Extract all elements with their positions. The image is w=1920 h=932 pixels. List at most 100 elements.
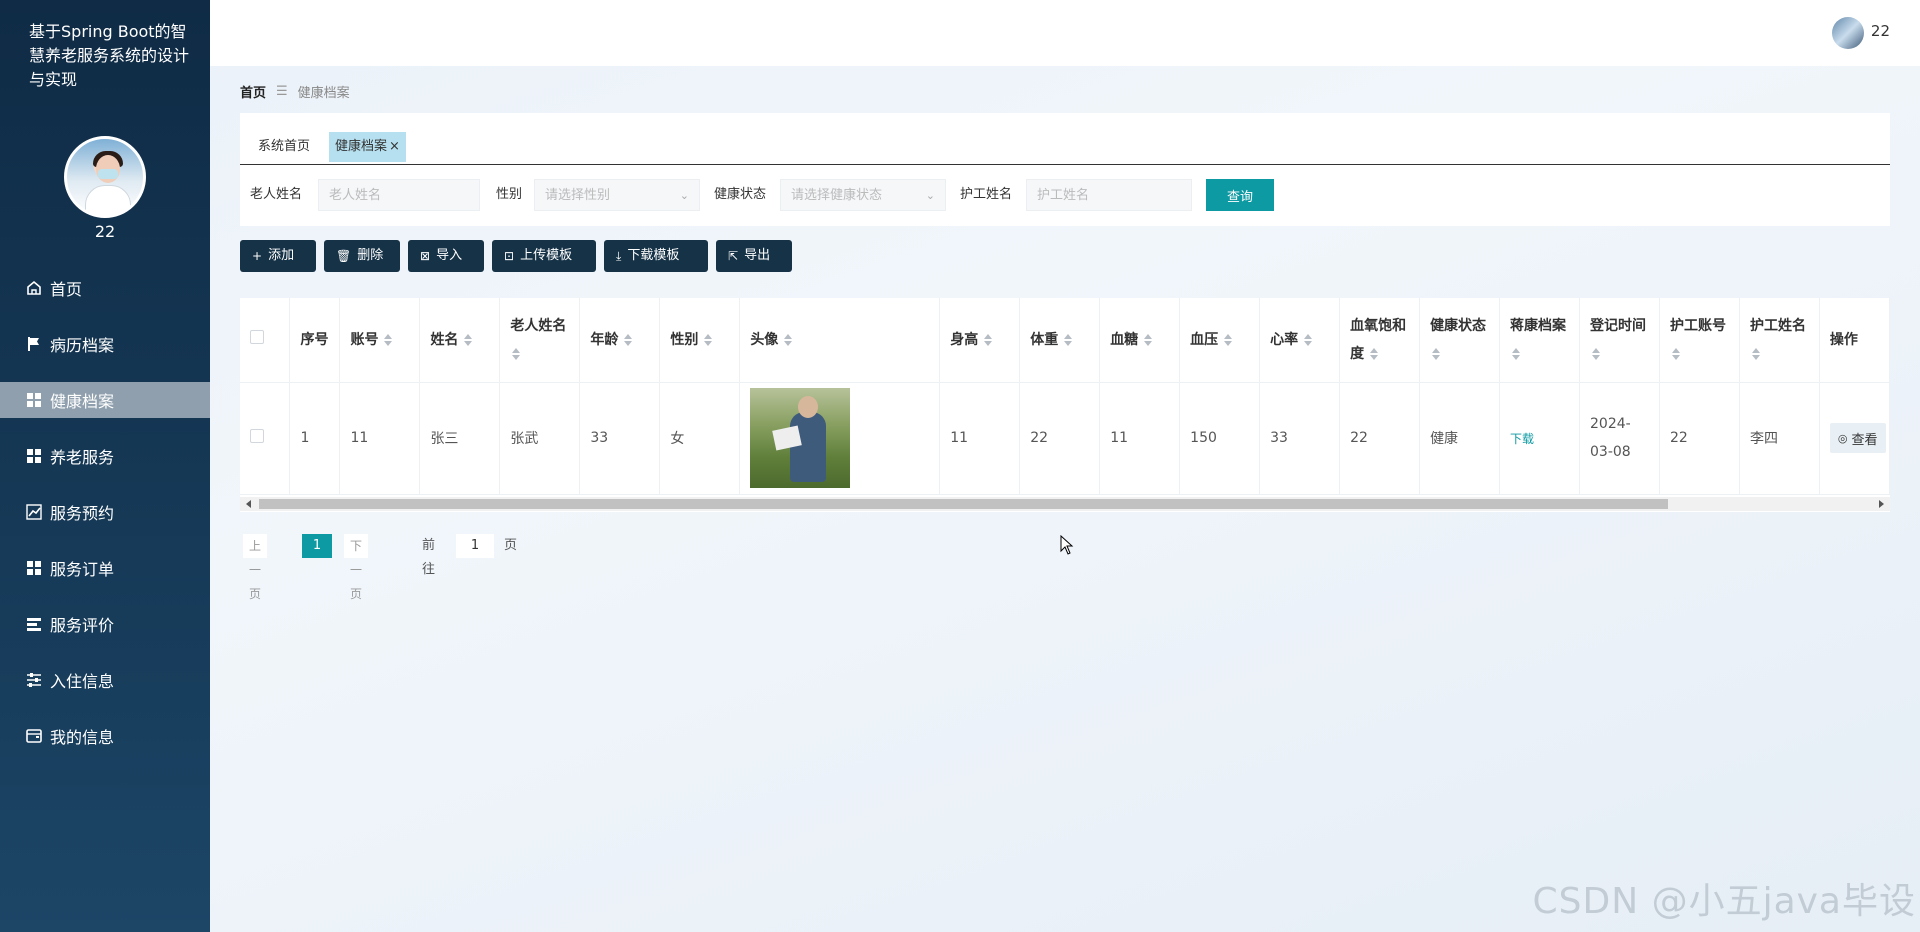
next-page-button[interactable]: 下一页 (344, 534, 369, 601)
user-avatar[interactable] (64, 136, 146, 218)
sort-icon[interactable] (1751, 347, 1760, 360)
col-header: 序号 (289, 298, 341, 383)
download-template-button[interactable]: ⤓ 下载模板 (604, 240, 708, 272)
avatar-photo[interactable] (750, 388, 851, 488)
app-title: 基于Spring Boot的智慧养老服务系统的设计与实现 (29, 22, 190, 89)
top-username[interactable]: 22 (1871, 22, 1890, 40)
cell-weight: 22 (1019, 382, 1101, 495)
page-number-current[interactable]: 1 (302, 534, 332, 558)
sort-icon[interactable] (1144, 333, 1153, 346)
sort-icon[interactable] (1064, 333, 1073, 346)
breadcrumb-home[interactable]: 首页 (240, 82, 266, 101)
grid-icon (24, 558, 44, 578)
view-button[interactable]: ◎ 查看 (1829, 423, 1886, 453)
menu-item-my-info[interactable]: 我的信息 (0, 718, 210, 754)
cell-heart-rate: 33 (1259, 382, 1341, 495)
header-label: 蒋康档案 (1510, 317, 1567, 334)
sort-icon[interactable] (384, 333, 393, 346)
export-button[interactable]: ⇱ 导出 (716, 240, 792, 272)
tab-health-records[interactable]: 健康档案 × (329, 132, 406, 162)
menu-item-service-booking[interactable]: 服务预约 (0, 494, 210, 530)
scrollbar-thumb[interactable] (259, 499, 1668, 509)
menu-item-medical-records[interactable]: 病历档案 (0, 326, 210, 362)
close-icon[interactable]: × (389, 139, 400, 154)
menu-item-home[interactable]: 首页 (0, 270, 210, 306)
header-label: 血糖 (1110, 331, 1139, 348)
col-header[interactable]: 体重 (1019, 298, 1101, 383)
header-label: 体重 (1030, 331, 1059, 348)
menu-item-service-reviews[interactable]: 服务评价 (0, 606, 210, 642)
download-link[interactable]: 下载 (1510, 432, 1534, 446)
flag-icon (24, 334, 44, 354)
query-button[interactable]: 查询 (1206, 179, 1274, 211)
menu-item-label: 病历档案 (50, 336, 115, 355)
cell-blood-sugar: 11 (1099, 382, 1181, 495)
health-status-select[interactable]: 请选择健康状态 ⌄ (780, 179, 946, 211)
sort-icon[interactable] (1512, 347, 1521, 360)
table-horizontal-scrollbar[interactable] (240, 497, 1890, 511)
col-header[interactable]: 护工账号 (1659, 298, 1740, 383)
delete-button[interactable]: 🗑 删除 (324, 240, 400, 272)
col-header[interactable]: 姓名 (419, 298, 501, 383)
sort-icon[interactable] (1432, 347, 1441, 360)
upload-template-button[interactable]: ⊡ 上传模板 (492, 240, 596, 272)
elder-name-input[interactable]: 老人姓名 (318, 179, 480, 211)
button-label: 导出 (744, 248, 771, 263)
col-header[interactable]: 账号 (339, 298, 421, 383)
sort-icon[interactable] (1592, 347, 1600, 360)
col-header[interactable]: 老人姓名 (499, 298, 581, 383)
cell-gender: 女 (659, 382, 741, 495)
menu-item-checkin-info[interactable]: 入住信息 (0, 662, 210, 698)
sort-icon[interactable] (784, 333, 793, 346)
col-header[interactable]: 蒋康档案 (1499, 298, 1580, 383)
sort-icon[interactable] (1224, 333, 1233, 346)
nurse-name-input[interactable]: 护工姓名 (1026, 179, 1192, 211)
scroll-right-icon[interactable] (1879, 500, 1884, 508)
col-header[interactable]: 血糖 (1099, 298, 1181, 383)
col-header[interactable]: 年龄 (579, 298, 661, 383)
col-header[interactable]: 身高 (939, 298, 1021, 383)
menu-item-label: 服务预约 (50, 504, 115, 523)
cell-blood-pressure: 150 (1179, 382, 1261, 495)
col-header[interactable]: 血压 (1179, 298, 1261, 383)
row-checkbox[interactable] (250, 429, 264, 443)
sort-icon[interactable] (1671, 347, 1680, 360)
sort-icon[interactable] (624, 333, 633, 346)
watermark: CSDN @小五java毕设 (1532, 881, 1916, 922)
sort-icon[interactable] (512, 347, 521, 360)
mouse-cursor-icon (1060, 535, 1074, 555)
cell-health-file: 下载 (1499, 382, 1580, 495)
top-user-avatar[interactable] (1832, 17, 1864, 49)
select-cell (240, 382, 291, 495)
sort-icon[interactable] (1304, 333, 1313, 346)
cell-age: 33 (579, 382, 661, 495)
menu-item-health-records[interactable]: 健康档案 (0, 382, 210, 418)
menu-item-label: 养老服务 (50, 448, 115, 467)
button-label: 添加 (268, 248, 295, 263)
sort-icon[interactable] (1370, 347, 1379, 360)
col-header[interactable]: 登记时间 (1579, 298, 1660, 383)
col-header[interactable]: 心率 (1259, 298, 1341, 383)
elder-name-label: 老人姓名 (250, 187, 303, 202)
col-header[interactable]: 头像 (739, 298, 941, 383)
plus-icon: + (252, 249, 263, 263)
scroll-left-icon[interactable] (246, 500, 251, 508)
select-all-checkbox[interactable] (250, 329, 264, 344)
goto-label: 前往 (422, 538, 436, 577)
col-header[interactable]: 血氧饱和度 (1339, 298, 1421, 383)
col-header[interactable]: 性别 (659, 298, 741, 383)
sort-icon[interactable] (464, 333, 473, 346)
header-label: 心率 (1270, 331, 1299, 348)
sort-icon[interactable] (984, 333, 993, 346)
menu-item-elderly-services[interactable]: 养老服务 (0, 438, 210, 474)
goto-page-input[interactable]: 1 (456, 534, 494, 558)
sort-icon[interactable] (704, 333, 713, 346)
col-header[interactable]: 健康状态 (1419, 298, 1501, 383)
gender-select[interactable]: 请选择性别 ⌄ (534, 179, 700, 211)
tab-system-home[interactable]: 系统首页 (252, 132, 316, 162)
menu-item-service-orders[interactable]: 服务订单 (0, 550, 210, 586)
col-header[interactable]: 护工姓名 (1739, 298, 1820, 383)
add-button[interactable]: + 添加 (240, 240, 316, 272)
prev-page-button[interactable]: 上一页 (243, 534, 268, 601)
import-button[interactable]: ⊠ 导入 (408, 240, 484, 272)
